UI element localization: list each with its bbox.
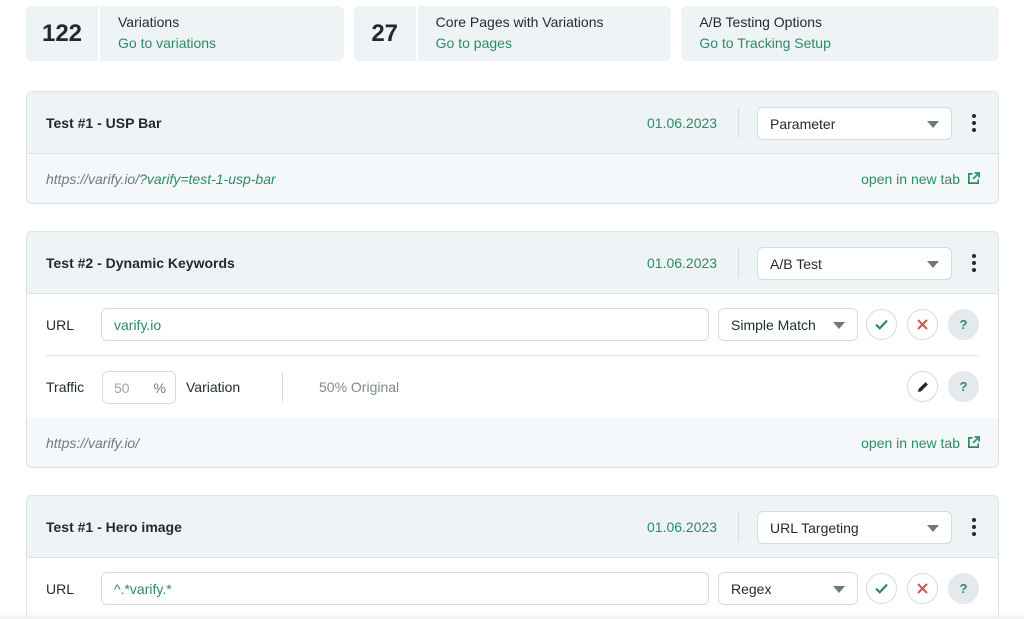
preview-url-param: ?varify=test-1-usp-bar [139,170,276,187]
traffic-row: Traffic 50 % Variation 50% Original ? [27,356,998,418]
confirm-button[interactable] [866,309,897,340]
test-type-value: URL Targeting [770,519,859,536]
caret-down-icon [927,260,939,268]
test-type-select[interactable]: URL Targeting [757,511,952,544]
pencil-icon [917,381,928,392]
test-card: Test #1 - Hero image 01.06.2023 URL Targ… [26,495,999,619]
divider [738,512,739,542]
preview-url-bar: https://varify.io/ open in new tab [27,418,998,467]
test-card: Test #2 - Dynamic Keywords 01.06.2023 A/… [26,231,999,468]
test-title: Test #1 - Hero image [46,518,182,535]
url-input[interactable]: varify.io [101,308,709,341]
test-title: Test #1 - USP Bar [46,114,162,131]
stat-card-ab-testing: A/B Testing Options Go to Tracking Setup [681,6,1000,61]
url-row: URL varify.io Simple Match ? [27,294,998,356]
stat-card-variations: 122 Variations Go to variations [26,6,344,61]
test-date: 01.06.2023 [647,115,718,131]
divider [738,248,739,278]
open-in-new-tab-link[interactable]: open in new tab [861,418,980,467]
help-button[interactable]: ? [948,309,979,340]
close-icon [917,319,928,330]
kebab-menu-icon[interactable] [967,252,981,274]
stat-body: Variations Go to variations [100,6,216,61]
go-to-tracking-setup-link[interactable]: Go to Tracking Setup [699,35,831,51]
scroll-fade [0,612,1024,619]
test-card-header: Test #1 - USP Bar 01.06.2023 Parameter [27,92,998,154]
stat-card-core-pages: 27 Core Pages with Variations Go to page… [353,6,672,61]
open-in-new-tab-label: open in new tab [861,434,960,451]
stat-title: Core Pages with Variations [435,14,604,30]
go-to-pages-link[interactable]: Go to pages [436,35,604,51]
caret-down-icon [833,585,845,593]
test-card-header: Test #2 - Dynamic Keywords 01.06.2023 A/… [27,232,998,294]
traffic-input[interactable]: 50 % [102,371,176,404]
stat-number: 27 [354,6,418,61]
test-type-select[interactable]: Parameter [757,107,952,140]
close-icon [917,583,928,594]
test-card-header: Test #1 - Hero image 01.06.2023 URL Targ… [27,496,998,558]
stat-body: A/B Testing Options Go to Tracking Setup [681,6,831,61]
match-type-select[interactable]: Regex [718,572,858,605]
caret-down-icon [927,524,939,532]
stat-body: Core Pages with Variations Go to pages [418,6,604,61]
kebab-menu-icon[interactable] [967,516,981,538]
variation-label: Variation [186,379,241,395]
stat-title: Variations [118,14,180,30]
check-icon [875,583,888,594]
stats-bar: 122 Variations Go to variations 27 Core … [26,6,1000,61]
url-row: URL ^.*varify.* Regex ? [27,558,998,619]
match-type-value: Simple Match [731,316,816,333]
test-title: Test #2 - Dynamic Keywords [46,254,235,271]
confirm-button[interactable] [866,573,897,604]
match-type-select[interactable]: Simple Match [718,308,858,341]
url-label: URL [46,317,75,333]
traffic-unit: % [153,379,166,396]
caret-down-icon [833,321,845,329]
preview-url-prefix: https://varify.io/ [46,170,140,187]
match-type-value: Regex [731,580,772,597]
help-button[interactable]: ? [948,371,979,402]
test-card: Test #1 - USP Bar 01.06.2023 Parameter h… [26,91,999,204]
open-in-new-tab-label: open in new tab [861,170,960,187]
edit-button[interactable] [907,371,938,402]
open-in-new-tab-link[interactable]: open in new tab [861,154,980,203]
traffic-value: 50 [114,379,130,396]
original-share-text: 50% Original [319,379,400,395]
check-icon [875,319,888,330]
test-date: 01.06.2023 [647,519,718,535]
kebab-menu-icon[interactable] [967,112,981,134]
test-type-value: A/B Test [770,255,822,272]
test-type-select[interactable]: A/B Test [757,247,952,280]
external-link-icon [968,172,980,184]
divider [282,372,283,402]
cancel-button[interactable] [907,573,938,604]
traffic-label: Traffic [46,379,85,395]
cancel-button[interactable] [907,309,938,340]
caret-down-icon [927,120,939,128]
go-to-variations-link[interactable]: Go to variations [118,35,216,51]
help-button[interactable]: ? [948,573,979,604]
url-label: URL [46,581,75,597]
preview-url-bar: https://varify.io/?varify=test-1-usp-bar… [27,154,998,203]
external-link-icon [968,436,980,448]
divider [738,108,739,138]
test-date: 01.06.2023 [647,255,718,271]
preview-url-prefix: https://varify.io/ [46,434,140,451]
test-type-value: Parameter [770,115,836,132]
stat-number: 122 [26,6,100,61]
stat-title: A/B Testing Options [699,14,823,30]
url-input[interactable]: ^.*varify.* [101,572,709,605]
